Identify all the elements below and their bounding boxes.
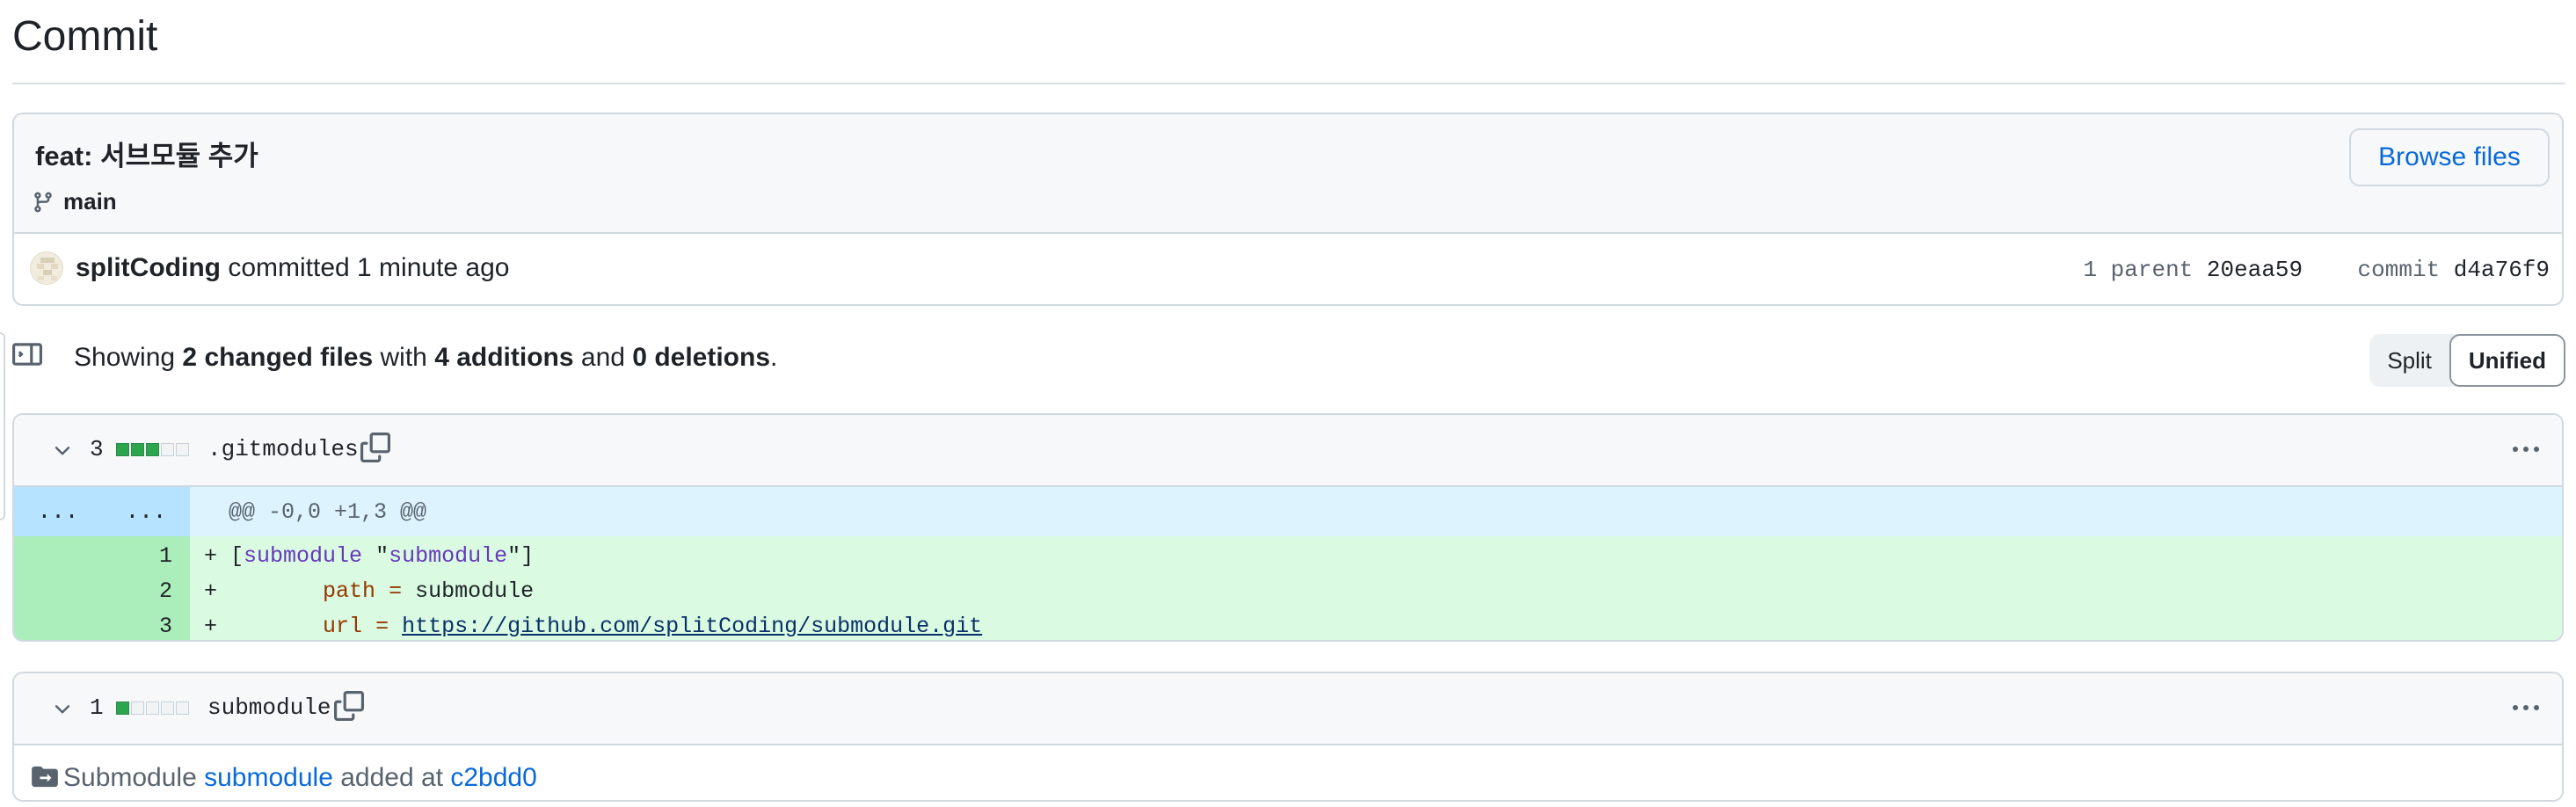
- diffstat-blocks: [116, 443, 189, 456]
- diff-line: 2 + path = submodule: [14, 571, 2562, 607]
- diff-line: 3 + url = https://github.com/splitCoding…: [14, 607, 2562, 640]
- diffstat-block: [116, 702, 129, 715]
- commit-header-box: feat: 서브모듈 추가 main Browse files splitCod…: [12, 113, 2564, 306]
- diffstat-block: [131, 702, 144, 715]
- kebab-horizontal-icon[interactable]: [2513, 705, 2539, 710]
- code-line: + path = submodule: [204, 578, 534, 604]
- file-tree-edge[interactable]: [0, 332, 5, 520]
- hunk-range: @@ -0,0 +1,3 @@: [229, 499, 427, 525]
- line-number[interactable]: 2: [159, 578, 172, 604]
- identicon-icon: [37, 258, 58, 280]
- diffstat-block: [131, 443, 144, 456]
- line-number-gutter: 2: [14, 571, 190, 607]
- author-row: splitCoding committed 1 minute ago 1 par…: [14, 234, 2562, 304]
- commit-sha: d4a76f9: [2453, 257, 2550, 283]
- author-name[interactable]: splitCoding: [76, 253, 221, 282]
- change-count: 1: [90, 694, 104, 721]
- diffstat-block: [161, 702, 174, 715]
- code-token: url: [323, 614, 363, 639]
- commit-label: commit: [2357, 257, 2441, 283]
- diffstat-block: [161, 443, 174, 456]
- chevron-down-icon[interactable]: [51, 440, 74, 462]
- unified-view-button[interactable]: Unified: [2449, 334, 2565, 387]
- diff-view-toggle: Split Unified: [2369, 334, 2565, 387]
- diff-sign: +: [204, 578, 218, 604]
- code-token: submodule: [244, 543, 363, 569]
- summary-prefix: Showing: [74, 343, 183, 372]
- url-link[interactable]: https://github.com/splitCoding/submodule…: [402, 614, 982, 639]
- file-name-link[interactable]: submodule: [207, 694, 331, 721]
- submodule-link[interactable]: submodule: [204, 763, 333, 792]
- committed-time: committed 1 minute ago: [228, 253, 510, 282]
- code-line: + url = https://github.com/splitCoding/s…: [204, 614, 982, 639]
- file-header: 3 .gitmodules: [14, 415, 2562, 487]
- commit-author-line: splitCoding committed 1 minute ago: [76, 253, 509, 283]
- diff-sign: +: [204, 543, 218, 569]
- diffstat-block: [146, 702, 159, 715]
- submodule-info: Submodule submodule added at c2bdd0: [63, 763, 537, 793]
- change-count: 3: [90, 436, 104, 462]
- diffstat-block: [146, 443, 159, 456]
- page-title: Commit: [12, 13, 158, 60]
- parent-label: 1 parent: [2083, 257, 2194, 283]
- diffstat-block: [176, 702, 189, 715]
- summary-and: and: [573, 343, 633, 372]
- code-token: =: [362, 614, 403, 639]
- submodule-info-row: Submodule submodule added at c2bdd0: [14, 745, 2562, 800]
- code-token: submodule: [415, 578, 535, 604]
- diffstat-block: [176, 443, 189, 456]
- title-divider: [12, 83, 2565, 84]
- hunk-header: ... ... @@ -0,0 +1,3 @@: [14, 487, 2562, 536]
- kebab-horizontal-icon[interactable]: [2513, 447, 2539, 452]
- file-submodule-icon: [32, 766, 58, 788]
- parent-sha-link[interactable]: 20eaa59: [2207, 257, 2303, 283]
- diff-sign: +: [204, 614, 218, 639]
- code-token: path: [323, 578, 376, 604]
- git-branch-icon: [34, 192, 52, 212]
- summary-suffix: .: [770, 343, 778, 372]
- summary-deletions: 0 deletions: [632, 343, 771, 372]
- commit-summary-panel: feat: 서브모듈 추가 main Browse files: [14, 114, 2562, 234]
- summary-files: 2 changed files: [182, 343, 374, 372]
- commit-meta: 1 parent 20eaa59 commit d4a76f9: [2083, 257, 2550, 283]
- branch-info: main: [32, 188, 117, 215]
- split-view-button[interactable]: Split: [2369, 334, 2449, 387]
- line-number[interactable]: 1: [159, 543, 172, 569]
- submodule-prefix: Submodule: [63, 763, 205, 792]
- branch-name[interactable]: main: [63, 188, 117, 215]
- submodule-sha-link[interactable]: c2bdd0: [450, 763, 536, 792]
- chevron-down-icon[interactable]: [51, 698, 74, 721]
- summary-with: with: [373, 343, 435, 372]
- copy-icon[interactable]: [360, 433, 390, 462]
- hunk-expand-left[interactable]: ...: [14, 487, 102, 536]
- code-token: "]: [507, 543, 535, 569]
- submodule-mid: added at: [332, 763, 451, 792]
- sidebar-toggle-icon[interactable]: [12, 339, 42, 369]
- commit-message: feat: 서브모듈 추가: [35, 141, 258, 171]
- diff-summary: Showing 2 changed files with 4 additions…: [74, 343, 777, 373]
- code-token: ": [362, 543, 389, 569]
- file-diff-gitmodules: 3 .gitmodules ... ... @@ -0,0 +1,3 @@ 1 …: [12, 413, 2564, 642]
- copy-icon[interactable]: [334, 691, 364, 721]
- diffstat-blocks: [116, 702, 189, 715]
- code-token: submodule: [389, 543, 508, 569]
- summary-additions: 4 additions: [434, 343, 574, 372]
- file-diff-submodule: 1 submodule Submodule submodule added at…: [12, 672, 2564, 802]
- line-number-gutter: 1: [14, 536, 190, 571]
- file-header: 1 submodule: [14, 673, 2562, 745]
- diff-line: 1 + [submodule "submodule"]: [14, 536, 2562, 571]
- hunk-expand-right[interactable]: ...: [102, 487, 190, 536]
- diffstat-block: [116, 443, 129, 456]
- line-number[interactable]: 3: [159, 614, 172, 639]
- code-line: + [submodule "submodule"]: [204, 543, 534, 569]
- code-token: =: [375, 578, 416, 604]
- browse-files-button[interactable]: Browse files: [2349, 128, 2550, 186]
- file-name-link[interactable]: .gitmodules: [207, 436, 359, 462]
- line-number-gutter: 3: [14, 607, 190, 640]
- avatar[interactable]: [30, 251, 63, 285]
- code-token: [: [217, 543, 244, 569]
